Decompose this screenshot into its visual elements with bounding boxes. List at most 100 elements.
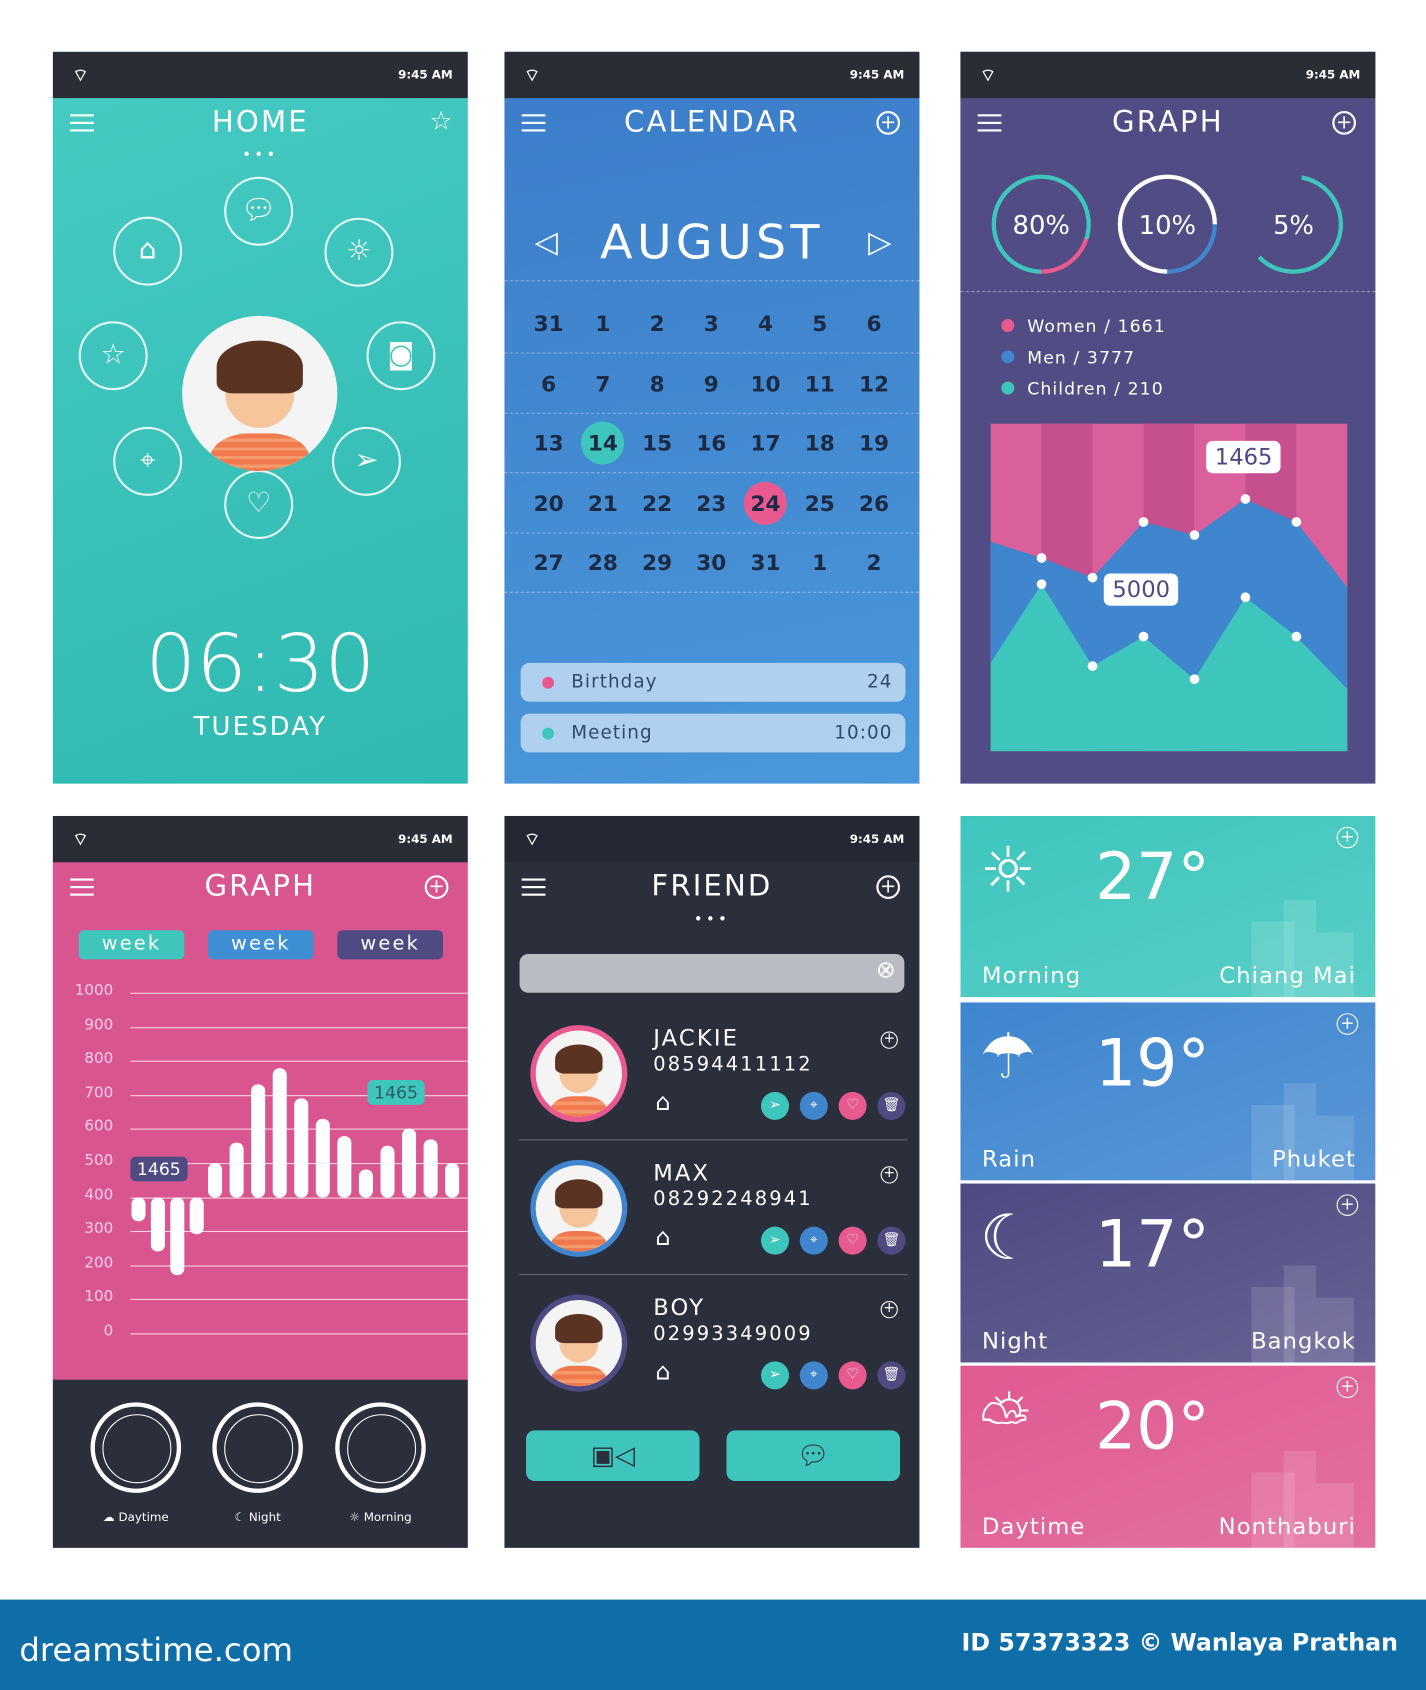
bar[interactable] [445,1163,460,1198]
friend-avatar[interactable] [530,1294,628,1392]
video-call-button[interactable]: ▣◁ [526,1430,700,1482]
chat-icon[interactable]: 💬︎ [224,176,294,246]
send-icon[interactable]: ➢ [331,426,401,496]
calendar-day[interactable]: 17 [744,421,787,464]
search-input[interactable] [519,953,905,993]
heart-icon[interactable]: ♡ [224,469,294,539]
sun-icon[interactable]: ☼ [324,217,394,287]
calendar-day[interactable]: 28 [581,541,624,584]
trash-icon[interactable]: 🗑︎ [877,1091,906,1120]
pin-icon[interactable]: ⌖ [799,1091,828,1120]
calendar-day[interactable]: 4 [744,302,787,345]
calendar-day[interactable]: 8 [636,362,679,405]
calendar-day[interactable]: 20 [527,481,570,524]
trash-icon[interactable]: 🗑︎ [877,1226,906,1255]
calendar-day[interactable]: 14 [581,421,625,465]
calendar-day[interactable]: 12 [852,362,895,405]
bar[interactable] [208,1163,223,1198]
clock-night[interactable] [212,1402,303,1493]
calendar-day[interactable]: 21 [581,481,624,524]
weather-card-night[interactable]: ☾ 17° Night Bangkok + [960,1183,1376,1363]
calendar-day[interactable]: 15 [636,421,679,464]
bar[interactable] [294,1098,309,1198]
bar[interactable] [150,1197,165,1252]
home-icon[interactable]: ⌂ [113,216,183,286]
calendar-day[interactable]: 2 [636,302,679,345]
friend-list-item[interactable]: MAX 08292248941 + ⌂ ➢ ⌖ ♡ 🗑︎ [504,1151,919,1287]
heart-icon[interactable]: ♡ [838,1091,867,1120]
add-icon[interactable]: + [1336,1194,1359,1216]
bar[interactable] [423,1139,438,1198]
calendar-day[interactable]: 31 [744,541,787,584]
bar[interactable] [229,1142,244,1198]
calendar-day[interactable]: 25 [798,481,841,524]
bar[interactable] [131,1197,146,1221]
add-icon[interactable]: + [876,111,901,135]
trash-icon[interactable]: 🗑︎ [877,1361,906,1390]
calendar-day[interactable]: 11 [798,362,841,405]
add-icon[interactable]: + [880,1166,898,1184]
calendar-day[interactable]: 5 [798,302,841,345]
calendar-day[interactable]: 23 [690,481,733,524]
pin-icon[interactable]: ⌖ [799,1361,828,1390]
add-icon[interactable]: + [1336,1376,1359,1399]
add-icon[interactable]: + [880,1301,898,1319]
calendar-day[interactable]: 7 [581,362,624,405]
calendar-day[interactable]: 1 [798,541,841,584]
calendar-day[interactable]: 26 [852,481,895,524]
star-icon[interactable]: ☆ [78,321,148,391]
home-icon[interactable]: ⌂ [655,1224,670,1251]
heart-icon[interactable]: ♡ [838,1226,867,1255]
pin-icon[interactable]: ⌖ [799,1226,828,1255]
friend-list-item[interactable]: JACKIE 08594411112 + ⌂ ➢ ⌖ ♡ 🗑︎ [504,1016,919,1152]
calendar-day[interactable]: 30 [690,541,733,584]
bar[interactable] [337,1135,352,1198]
camera-icon[interactable]: ◙ [366,321,436,391]
calendar-day[interactable]: 18 [798,421,841,464]
bar[interactable] [315,1118,330,1198]
bar[interactable] [358,1169,373,1198]
dreamstime-logo[interactable]: dreamstime.com [19,1632,293,1670]
send-icon[interactable]: ➢ [760,1361,790,1390]
clock-morning[interactable] [335,1402,426,1493]
event-birthday[interactable]: Birthday 24 [520,662,906,702]
calendar-day[interactable]: 6 [852,302,895,345]
search-icon[interactable]: ⊗ [876,957,896,984]
week-tab-2[interactable]: week [208,930,314,960]
weather-card-daytime[interactable]: ⛅︎ 20° Daytime Nonthaburi + [960,1365,1376,1548]
bar[interactable] [251,1084,266,1198]
week-tab-1[interactable]: week [78,930,185,960]
weather-card-rain[interactable]: ☂ 19° Rain Phuket + [960,1002,1376,1181]
chat-button[interactable]: 💬︎ [726,1430,901,1482]
bar[interactable] [170,1197,185,1276]
heart-icon[interactable]: ♡ [838,1361,867,1390]
send-icon[interactable]: ➢ [760,1226,790,1255]
add-friend-icon[interactable]: + [876,875,901,899]
send-icon[interactable]: ➢ [760,1091,790,1120]
home-icon[interactable]: ⌂ [655,1359,670,1386]
weather-card-morning[interactable]: ☼ 27° Morning Chiang Mai + [960,815,1376,998]
event-meeting[interactable]: Meeting 10:00 [520,713,906,753]
avatar[interactable] [182,315,338,472]
add-icon[interactable]: + [1332,111,1356,135]
friend-avatar[interactable] [530,1025,628,1123]
bar[interactable] [380,1146,395,1198]
calendar-day[interactable]: 10 [744,362,787,405]
calendar-day[interactable]: 29 [636,541,679,584]
calendar-day[interactable]: 31 [527,302,570,345]
calendar-day[interactable]: 24 [743,481,788,525]
calendar-day[interactable]: 27 [527,541,570,584]
calendar-day[interactable]: 13 [527,421,570,464]
calendar-day[interactable]: 22 [636,481,679,524]
bar[interactable] [189,1197,204,1235]
home-icon[interactable]: ⌂ [655,1090,670,1117]
bar[interactable] [272,1067,287,1198]
calendar-day[interactable]: 3 [690,302,733,345]
week-tab-3[interactable]: week [337,930,444,960]
add-icon[interactable]: + [424,875,449,899]
calendar-day[interactable]: 1 [581,302,624,345]
calendar-day[interactable]: 16 [690,421,733,464]
friend-avatar[interactable] [530,1159,628,1257]
add-icon[interactable]: + [1336,1013,1359,1035]
add-icon[interactable]: + [1336,826,1359,849]
